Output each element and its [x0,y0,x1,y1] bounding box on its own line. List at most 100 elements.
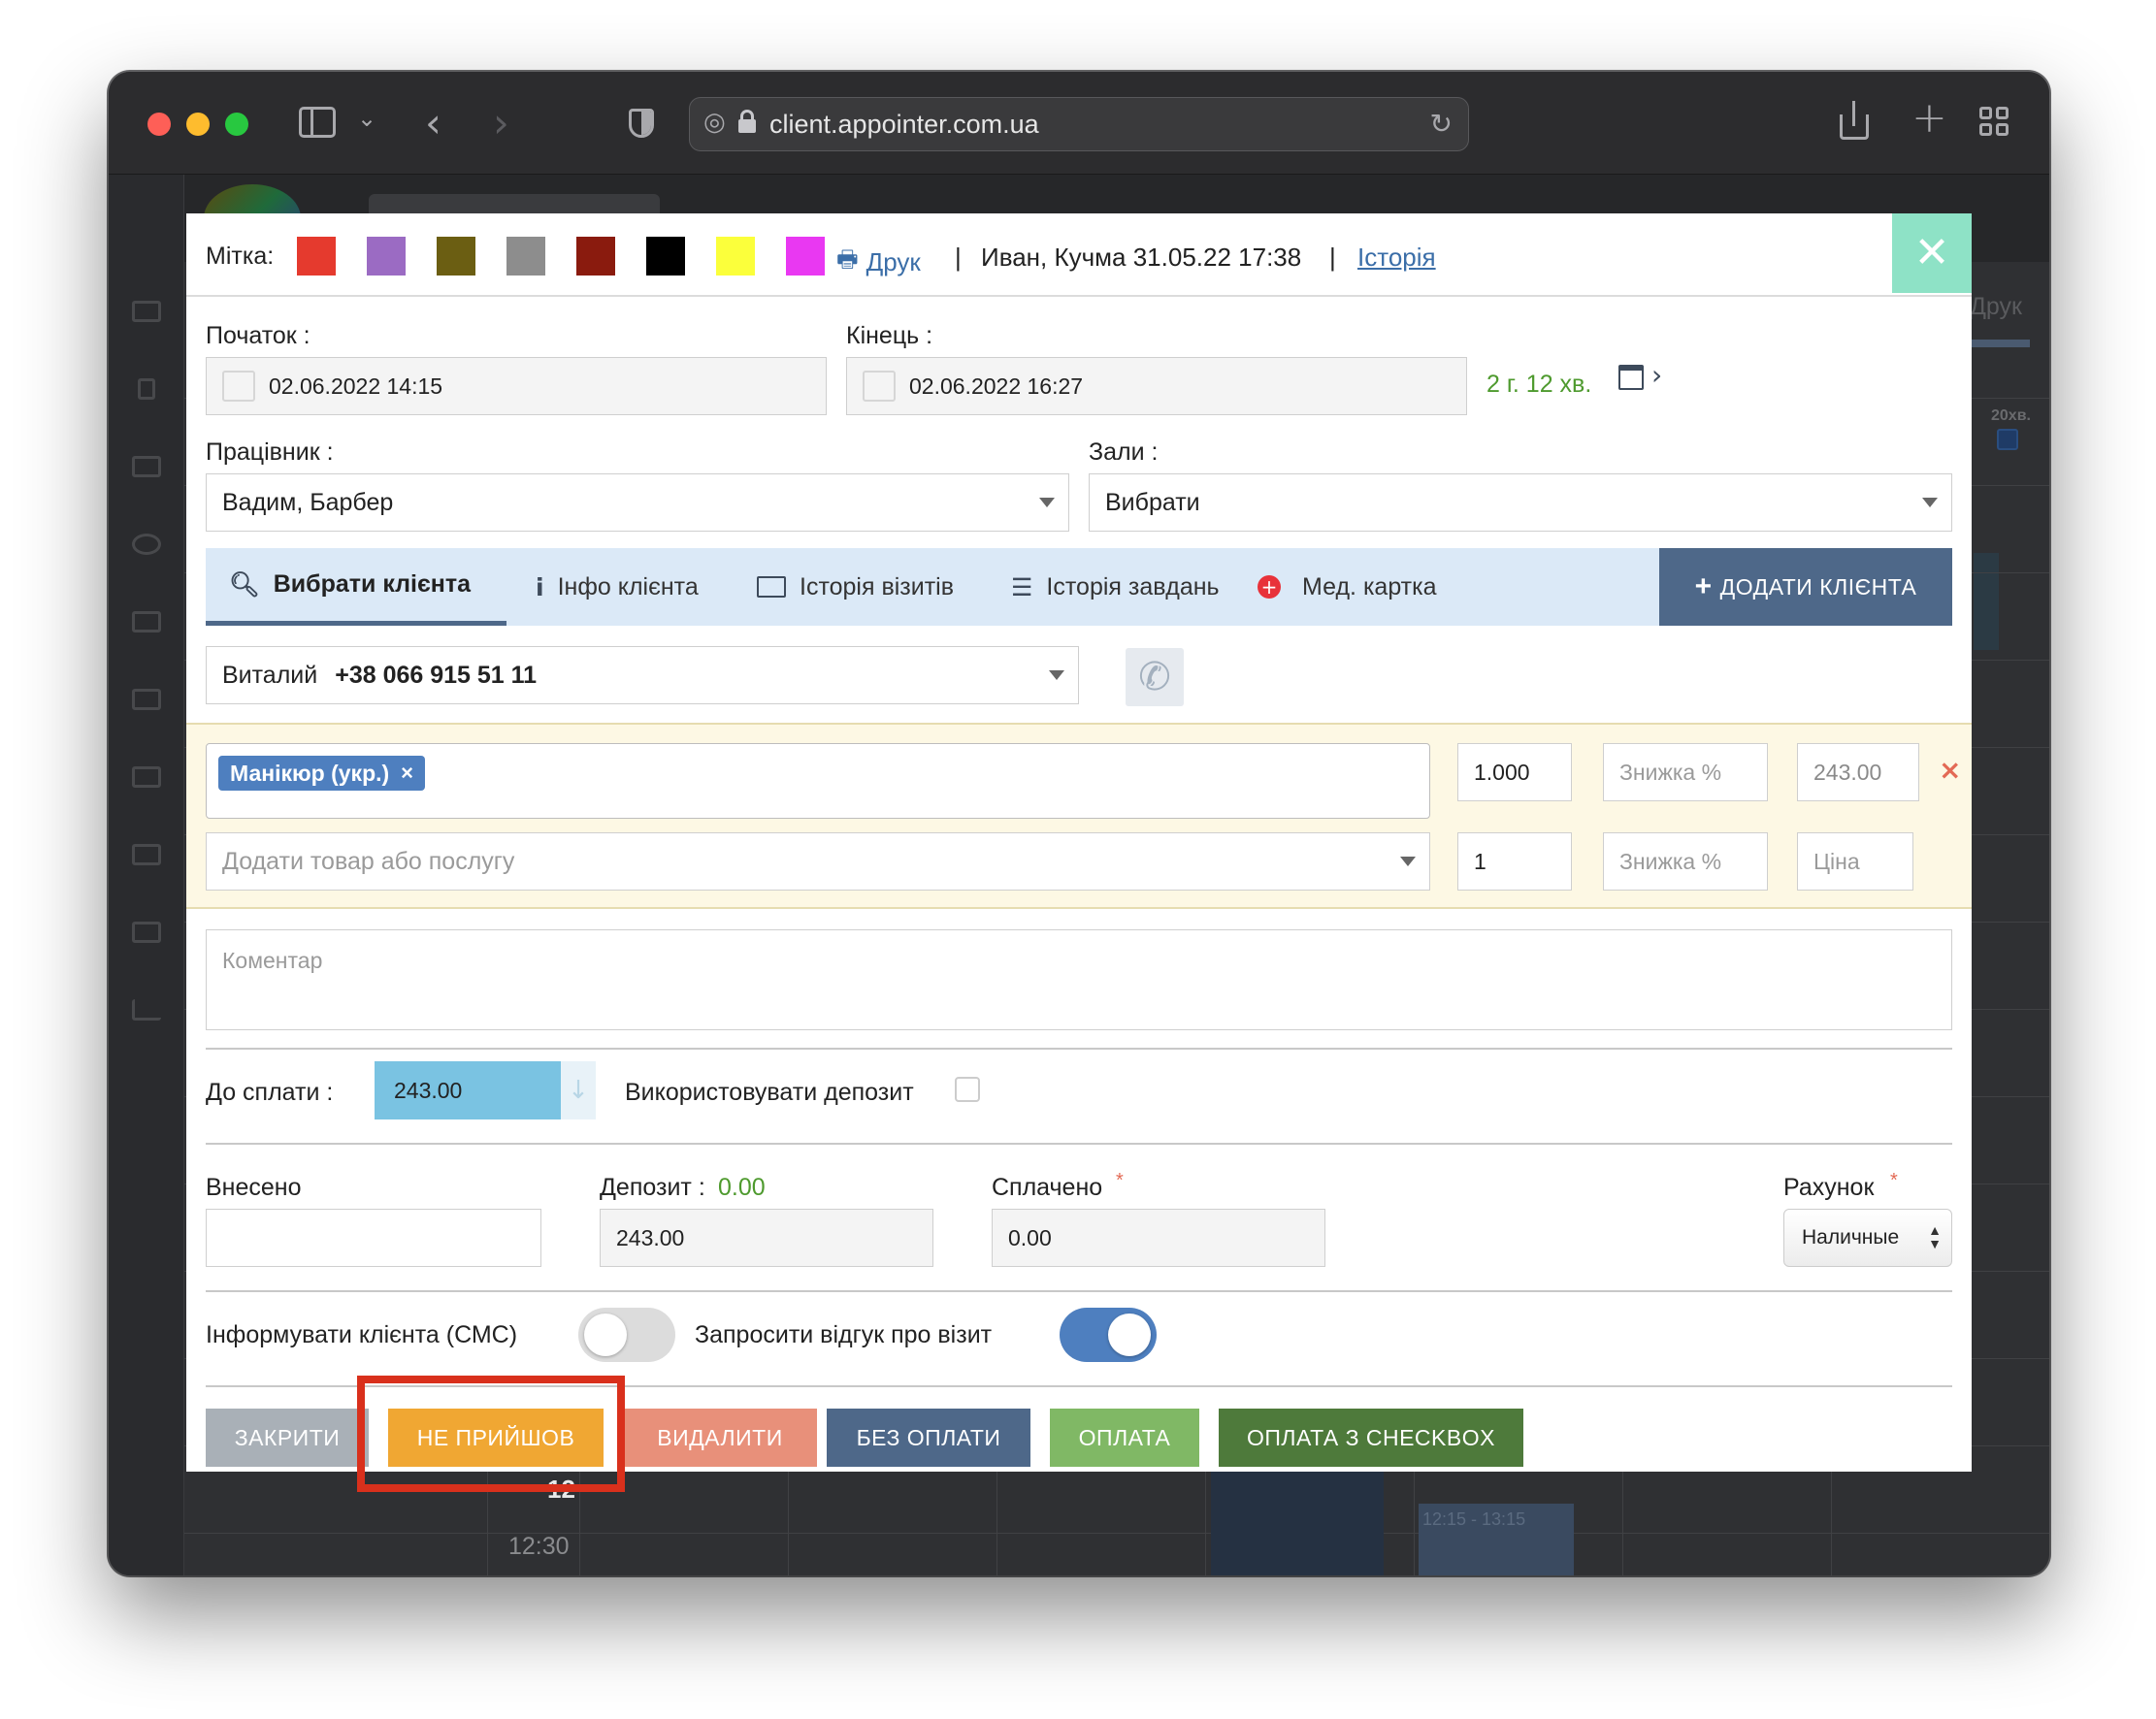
search-icon: 🔍︎ [229,569,260,599]
shield-icon[interactable] [629,109,654,138]
history-link[interactable]: Історія [1357,243,1436,273]
payment-checkbox-button[interactable]: ОПЛАТА З CHECKBOX [1219,1409,1523,1467]
remove-service-icon[interactable]: × [1939,754,1961,786]
color-swatch[interactable] [367,237,406,276]
globe-icon: ◎ [703,108,726,137]
money-icon [132,844,161,865]
chevron-down-icon[interactable]: ⌄ [357,105,376,132]
wallet-icon [132,766,161,788]
list-icon [132,456,161,477]
calendar-icon [222,371,255,402]
service-discount-input[interactable]: Знижка % [1603,743,1768,801]
tab-overview-icon[interactable] [1979,107,2010,138]
chevron-down-icon [1922,498,1938,507]
back-icon[interactable]: ‹ [425,99,441,146]
tab-select-client[interactable]: 🔍︎ Вибрати клієнта [206,548,506,626]
bg-event-block [1974,553,1999,650]
share-icon[interactable] [1840,101,1873,140]
bg-event: 12:15 - 13:15 [1419,1504,1574,1575]
item-discount-input[interactable]: Знижка % [1603,832,1768,891]
item-price-input[interactable]: Ціна [1797,832,1913,891]
to-pay-value: 243.00 [375,1061,561,1119]
color-swatch[interactable] [506,237,545,276]
mark-label: Мітка: [206,243,275,270]
account-select[interactable]: Наличные ▲ ▼ [1783,1209,1952,1267]
sms-label: Інформувати клієнта (СМС) [206,1321,518,1348]
bg-checkbox [1997,429,2018,450]
feedback-toggle[interactable] [1060,1308,1157,1362]
tab-task-history[interactable]: ☰ Історія завдань [1011,548,1220,626]
paid-in-label: Внесено [206,1174,302,1201]
chevron-down-icon [1400,857,1416,866]
highlight-frame [357,1376,625,1492]
worker-label: Працівник : [206,438,334,466]
color-swatch[interactable] [437,237,475,276]
arrow-down-icon[interactable]: ↓ [561,1061,596,1119]
calendar-icon[interactable] [1618,365,1644,390]
end-date-input[interactable]: 02.06.2022 16:27 [846,357,1467,415]
separator: | [955,243,962,272]
browser-toolbar: ⌄ ‹ › ◎ client.appointer.com.ua ↻ + [109,72,2049,175]
maximize-window-icon[interactable] [225,113,248,136]
sms-toggle[interactable] [578,1308,675,1362]
deposit-amount: 0.00 [718,1174,766,1201]
close-window-icon[interactable] [147,113,171,136]
no-payment-button[interactable]: БЕЗ ОПЛАТИ [827,1409,1030,1467]
bookmark-icon [138,378,155,400]
service-price-input[interactable]: 243.00 [1797,743,1919,801]
remove-tag-icon[interactable]: × [401,761,413,786]
use-deposit-label: Використовувати депозит [625,1079,914,1106]
calculator-icon [132,922,161,943]
start-date-input[interactable]: 02.06.2022 14:15 [206,357,827,415]
color-swatch[interactable] [576,237,615,276]
tab-visit-history[interactable]: Історія візитів [757,548,954,626]
tab-client-info[interactable]: i Інфо клієнта [536,548,699,626]
deposit-input[interactable]: 243.00 [600,1209,933,1267]
forward-icon[interactable]: › [493,99,509,146]
client-select[interactable]: Виталий +38 066 915 51 11 [206,646,1079,704]
paid-in-input[interactable] [206,1209,541,1267]
paid-input[interactable]: 0.00 [992,1209,1325,1267]
browser-window: ⌄ ‹ › ◎ client.appointer.com.ua ↻ + Друк… [109,72,2049,1575]
close-button[interactable]: ЗАКРИТИ [206,1409,369,1467]
minimize-window-icon[interactable] [186,113,210,136]
payment-button[interactable]: ОПЛАТА [1050,1409,1199,1467]
services-panel: Манікюр (укр.) × 1.000 Знижка % 243.00 ×… [186,723,1972,909]
calendar-icon [863,371,896,402]
bg-time-label: 12:30 [508,1533,570,1560]
delete-button[interactable]: ВИДАЛИТИ [623,1409,817,1467]
tasks-icon: ☰ [1011,572,1033,601]
sidebar-toggle-icon[interactable] [299,107,336,138]
duration-label: 2 г. 12 хв. [1486,371,1592,398]
item-qty-input[interactable]: 1 [1457,832,1572,891]
creator-info: Иван, Кучма 31.05.22 17:38 [981,243,1302,272]
add-item-select[interactable]: Додати товар або послугу [206,832,1430,891]
halls-select[interactable]: Вибрати [1089,473,1952,532]
new-tab-icon[interactable]: + [1911,93,1947,143]
phone-icon[interactable]: ✆ [1126,648,1184,706]
color-swatch[interactable] [297,237,336,276]
updown-icon: ▲ ▼ [1928,1222,1942,1251]
tab-med-card[interactable]: + Мед. картка [1258,548,1437,626]
service-qty-input[interactable]: 1.000 [1457,743,1572,801]
chart-icon [132,999,161,1021]
close-modal-button[interactable]: ✕ [1892,213,1972,293]
print-button[interactable]: 🖶 Друк [836,243,921,282]
worker-select[interactable]: Вадим, Барбер [206,473,1069,532]
chevron-right-icon[interactable]: › [1651,359,1662,391]
appointment-modal: Мітка: 🖶 Друк | Иван, Кучма 31.05.22 17:… [186,213,1972,1492]
comment-textarea[interactable]: Коментар [206,929,1952,1030]
color-swatch[interactable] [646,237,685,276]
to-pay-label: До сплати : [206,1079,334,1106]
lock-icon [738,110,756,133]
use-deposit-checkbox[interactable] [955,1077,980,1102]
url-text: client.appointer.com.ua [769,110,1039,139]
reload-icon[interactable]: ↻ [1430,108,1453,140]
color-swatch[interactable] [786,237,825,276]
service-tags-input[interactable]: Манікюр (укр.) × [206,743,1430,819]
add-client-button[interactable]: + ДОДАТИ КЛІЄНТА [1659,548,1952,626]
color-swatch[interactable] [716,237,755,276]
printer-icon: 🖶 [836,245,859,273]
address-bar[interactable]: ◎ client.appointer.com.ua ↻ [689,97,1469,151]
plus-icon: + [1694,570,1713,602]
